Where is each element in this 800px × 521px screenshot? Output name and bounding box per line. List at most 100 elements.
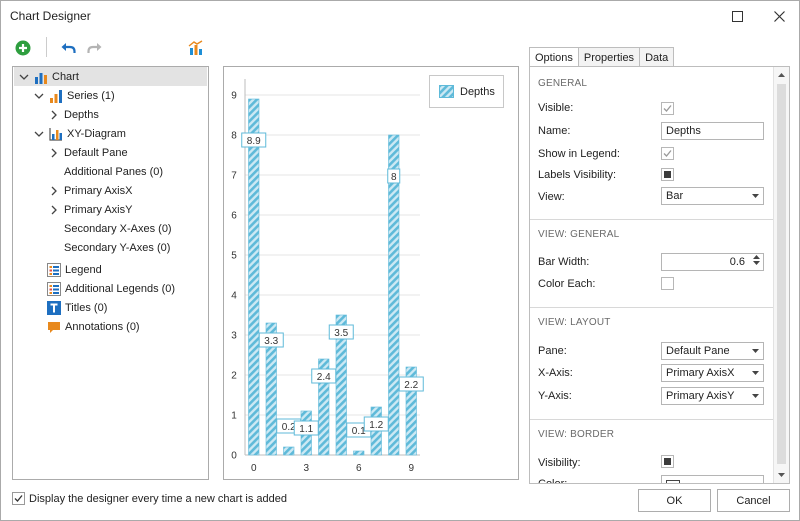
tree-node-primary-axis-x[interactable]: Primary AxisX xyxy=(14,181,207,200)
toolbar xyxy=(1,33,521,61)
tree-node-label: Annotations (0) xyxy=(65,320,140,333)
tab-properties[interactable]: Properties xyxy=(577,47,641,67)
show-in-legend-checkbox[interactable] xyxy=(661,147,674,160)
chevron-right-icon[interactable] xyxy=(48,204,60,216)
section-view-border: VIEW: BORDER xyxy=(538,429,615,440)
x-axis-combo[interactable]: Primary AxisX xyxy=(661,364,764,382)
tree-node-label: Titles (0) xyxy=(65,301,108,314)
ok-button[interactable]: OK xyxy=(638,489,711,512)
tree-node-primary-axis-y[interactable]: Primary AxisY xyxy=(14,200,207,219)
x-axis-value: Primary AxisX xyxy=(666,367,735,379)
dropdown-arrow-icon[interactable] xyxy=(752,349,759,353)
tree-node-series[interactable]: Series (1) xyxy=(14,86,207,105)
tree-node-additional-legends[interactable]: Additional Legends (0) xyxy=(14,279,207,298)
section-view-layout: VIEW: LAYOUT xyxy=(538,317,611,328)
border-visibility-checkbox[interactable] xyxy=(661,455,674,468)
data-label: 8 xyxy=(391,172,397,183)
bar-width-label: Bar Width: xyxy=(538,256,590,268)
cancel-button[interactable]: Cancel xyxy=(717,489,790,512)
undo-icon xyxy=(61,43,76,53)
annotation-icon xyxy=(47,320,61,334)
vertical-scrollbar[interactable] xyxy=(773,67,789,483)
tree-node-additional-panes[interactable]: Additional Panes (0) xyxy=(14,162,207,181)
pane-combo[interactable]: Default Pane xyxy=(661,342,764,360)
scroll-up-arrow[interactable] xyxy=(774,67,789,83)
tree-node-default-pane[interactable]: Default Pane xyxy=(14,143,207,162)
border-visibility-label: Visibility: xyxy=(538,457,581,469)
dropdown-arrow-icon[interactable] xyxy=(752,394,759,398)
view-value: Bar xyxy=(666,190,684,202)
labels-visibility-checkbox[interactable] xyxy=(661,168,674,181)
bar-width-value: 0.6 xyxy=(729,256,745,268)
spin-down-icon[interactable] xyxy=(753,261,760,265)
chart-designer-window: Chart Designer Chart Series (1) Depths X… xyxy=(0,0,800,521)
labels-visibility-label: Labels Visibility: xyxy=(538,169,617,181)
tree-node-secondary-y-axes[interactable]: Secondary Y-Axes (0) xyxy=(14,238,207,257)
view-combo[interactable]: Bar xyxy=(661,187,764,205)
window-title: Chart Designer xyxy=(10,9,91,23)
y-axis-value: Primary AxisY xyxy=(666,390,735,402)
tree-node-xy-diagram[interactable]: XY-Diagram xyxy=(14,124,207,143)
data-label: 1.1 xyxy=(299,424,313,435)
display-designer-option[interactable]: Display the designer every time a new ch… xyxy=(12,492,287,505)
visible-checkbox[interactable] xyxy=(661,102,674,115)
name-input[interactable]: Depths xyxy=(661,122,764,140)
chart-legend[interactable]: Depths xyxy=(429,75,504,108)
legend-icon xyxy=(47,262,61,277)
scroll-thumb[interactable] xyxy=(777,84,786,464)
add-circle-icon xyxy=(15,40,31,56)
y-tick-label: 4 xyxy=(231,291,237,302)
chevron-down-icon[interactable] xyxy=(18,71,30,83)
data-label: 8.9 xyxy=(247,136,261,147)
indeterminate-mark xyxy=(664,458,671,465)
y-tick-label: 8 xyxy=(231,131,237,142)
title-bar: Chart Designer xyxy=(1,1,799,31)
y-axis-combo[interactable]: Primary AxisY xyxy=(661,387,764,405)
dropdown-arrow-icon[interactable] xyxy=(752,371,759,375)
show-in-legend-label: Show in Legend: xyxy=(538,148,620,160)
spin-up-icon[interactable] xyxy=(753,255,760,259)
maximize-button[interactable] xyxy=(715,1,759,31)
display-designer-checkbox[interactable] xyxy=(12,492,25,505)
section-divider xyxy=(530,219,774,220)
spin-buttons[interactable] xyxy=(753,255,760,265)
data-label: 3.5 xyxy=(334,328,348,339)
add-button[interactable] xyxy=(12,37,34,59)
chevron-right-icon[interactable] xyxy=(48,185,60,197)
tree-node-label: Secondary X-Axes (0) xyxy=(64,222,172,235)
toolbar-separator xyxy=(46,37,47,57)
scroll-down-arrow[interactable] xyxy=(774,467,789,483)
color-each-checkbox[interactable] xyxy=(661,277,674,290)
legend-series-label: Depths xyxy=(460,85,495,98)
tab-options[interactable]: Options xyxy=(529,47,579,68)
section-view-general: VIEW: GENERAL xyxy=(538,229,620,240)
undo-button[interactable] xyxy=(57,37,79,59)
dropdown-arrow-icon[interactable] xyxy=(752,194,759,198)
y-tick-label: 6 xyxy=(231,211,237,222)
tree-node-legend[interactable]: Legend xyxy=(14,260,207,279)
chart-preview[interactable]: 8.9 3.3 0.2 1.1 2.4 3.5 0.1 1.2 8 2.2 01234567890… xyxy=(223,66,519,480)
tree-node-titles[interactable]: Titles (0) xyxy=(14,298,207,317)
border-color-picker[interactable] xyxy=(661,475,764,483)
tree-node-chart[interactable]: Chart xyxy=(14,67,207,86)
view-label: View: xyxy=(538,191,565,203)
redo-button[interactable] xyxy=(84,37,106,59)
chart-wizard-button[interactable] xyxy=(185,37,207,59)
tab-data[interactable]: Data xyxy=(639,47,675,67)
chevron-right-icon[interactable] xyxy=(48,109,60,121)
tree-node-annotations[interactable]: Annotations (0) xyxy=(14,317,207,336)
chevron-down-icon[interactable] xyxy=(33,90,45,102)
chevron-down-icon[interactable] xyxy=(33,128,45,140)
property-tabs: Options Properties Data xyxy=(529,47,675,68)
tree-node-depths[interactable]: Depths xyxy=(14,105,207,124)
bar-width-spinner[interactable]: 0.6 xyxy=(661,253,764,271)
tree-node-secondary-x-axes[interactable]: Secondary X-Axes (0) xyxy=(14,219,207,238)
tree-node-label: Default Pane xyxy=(64,146,128,159)
close-button[interactable] xyxy=(757,1,800,31)
chevron-right-icon[interactable] xyxy=(48,147,60,159)
chart-wizard-icon xyxy=(188,40,203,55)
y-tick-label: 1 xyxy=(231,411,237,422)
pane-value: Default Pane xyxy=(666,345,730,357)
tree-node-label: Legend xyxy=(65,263,102,276)
y-tick-label: 2 xyxy=(231,371,237,382)
